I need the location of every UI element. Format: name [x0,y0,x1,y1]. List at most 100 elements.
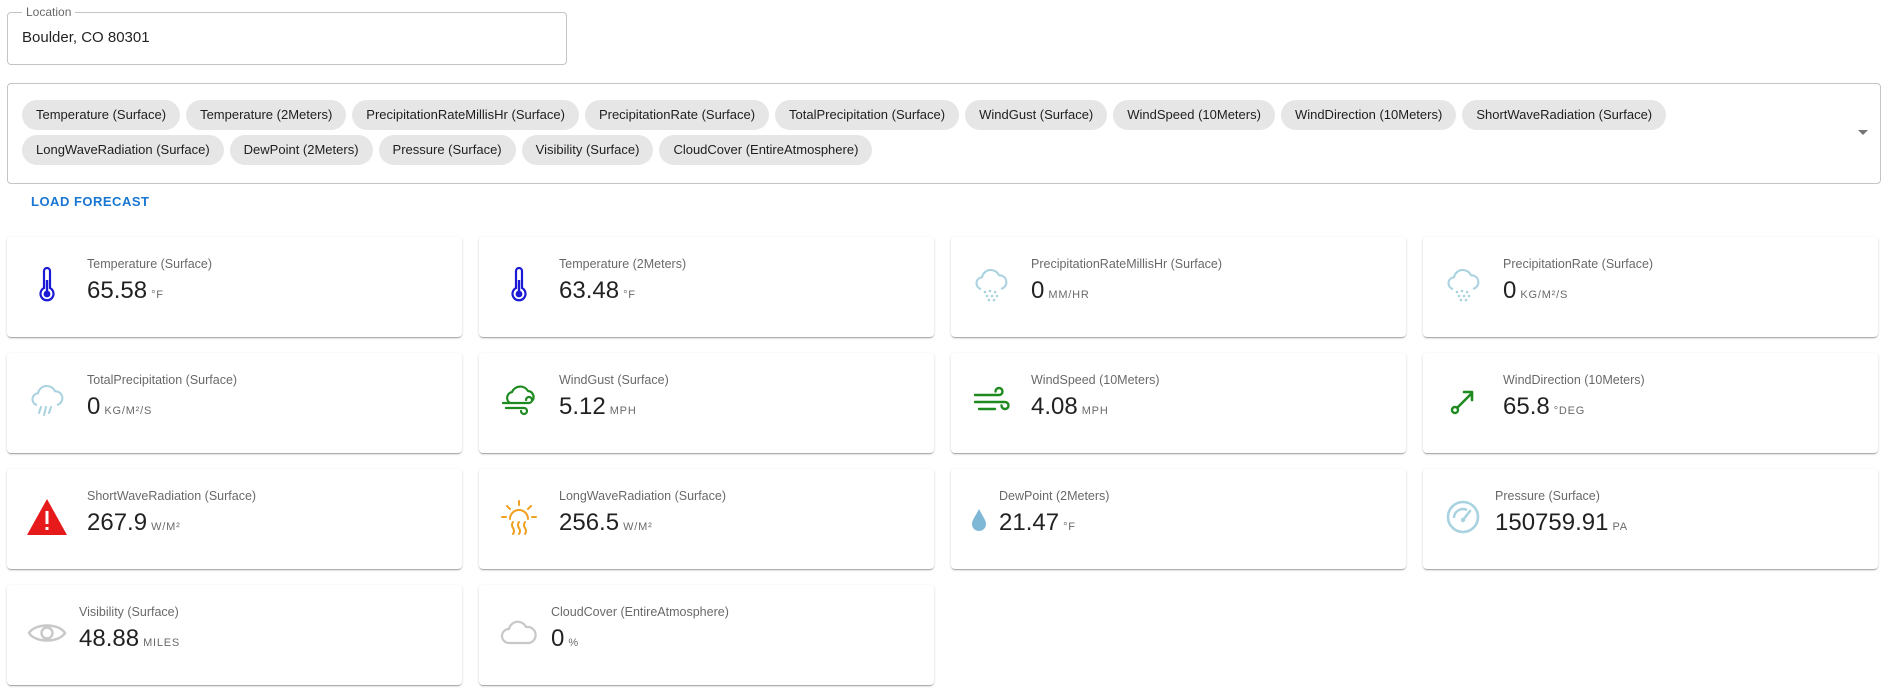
load-forecast-button[interactable]: LOAD FORECAST [19,188,161,216]
sun-heat-icon [497,495,541,539]
variable-chip[interactable]: ShortWaveRadiation (Surface) [1462,100,1667,130]
card-value-row: 5.12 MPH [559,392,669,426]
variable-chip[interactable]: PrecipitationRate (Surface) [584,100,770,130]
forecast-card: WindGust (Surface) 5.12 MPH [479,353,934,453]
card-unit: MPH [1081,405,1109,417]
water-drop-icon [957,495,1001,539]
card-value: 5.12 [559,393,606,420]
card-unit: PA [1612,521,1628,533]
snow-cloud-icon [969,263,1013,307]
card-unit: °F [1063,521,1076,533]
location-field[interactable]: Location [7,4,567,65]
card-value: 21.47 [999,509,1060,536]
dropdown-arrow-icon[interactable] [1858,130,1868,135]
card-value-row: 21.47 °F [999,508,1109,542]
card-label: Pressure (Surface) [1495,489,1600,503]
variable-chip[interactable]: Temperature (2Meters) [186,100,347,130]
forecast-card: LongWaveRadiation (Surface) 256.5 W/M² [479,469,934,569]
forecast-card: Pressure (Surface) 150759.91 PA [1423,469,1878,569]
card-text: WindDirection (10Meters) 65.8 °DEG [1503,372,1645,426]
card-label: WindDirection (10Meters) [1503,373,1645,387]
variable-chip[interactable]: Visibility (Surface) [521,135,654,165]
card-unit: % [568,637,579,649]
card-text: DewPoint (2Meters) 21.47 °F [999,488,1109,542]
variable-chips: Temperature (Surface) Temperature (2Meter… [22,100,1822,165]
card-label: PrecipitationRate (Surface) [1503,257,1654,271]
rain-cloud-icon [25,379,69,423]
direction-arrow-icon [1441,379,1485,423]
card-text: Visibility (Surface) 48.88 MILES [79,604,180,658]
warning-icon [25,495,69,539]
card-value-row: 48.88 MILES [79,624,180,658]
forecast-card: ShortWaveRadiation (Surface) 267.9 W/M² [7,469,462,569]
thermometer-icon [497,263,541,307]
card-label: LongWaveRadiation (Surface) [559,489,726,503]
variable-chip[interactable]: WindSpeed (10Meters) [1113,100,1275,130]
forecast-card: Temperature (2Meters) 63.48 °F [479,237,934,337]
card-text: PrecipitationRateMillisHr (Surface) 0 MM/H… [1031,256,1222,310]
card-text: ShortWaveRadiation (Surface) 267.9 W/M² [87,488,256,542]
card-value-row: 0 KG/M²/S [1503,276,1653,310]
card-unit: MILES [143,637,181,649]
variables-select[interactable]: Temperature (Surface) Temperature (2Meter… [7,83,1881,184]
forecast-card: Visibility (Surface) 48.88 MILES [7,585,462,685]
snow-cloud-icon [1441,263,1485,307]
card-unit: KG/M²/S [1520,289,1569,301]
card-label: WindSpeed (10Meters) [1031,373,1160,387]
card-value: 48.88 [79,625,140,652]
card-value-row: 0% [551,624,729,658]
card-text: WindGust (Surface) 5.12 MPH [559,372,669,426]
card-label: DewPoint (2Meters) [999,489,1110,503]
card-value: 0 [551,625,565,652]
card-label: Temperature (2Meters) [559,257,687,271]
card-unit: °DEG [1553,405,1586,417]
variable-chip[interactable]: WindDirection (10Meters) [1280,100,1457,130]
location-label: Location [22,4,76,20]
variable-chip[interactable]: LongWaveRadiation (Surface) [22,135,224,165]
card-unit: W/M² [623,521,653,533]
card-text: Temperature (Surface) 65.58 °F [87,256,212,310]
forecast-card: TotalPrecipitation (Surface) 0 KG/M²/S [7,353,462,453]
card-value: 0 [87,393,101,420]
forecast-card: Temperature (Surface) 65.58 °F [7,237,462,337]
card-label: PrecipitationRateMillisHr (Surface) [1031,257,1223,271]
card-text: TotalPrecipitation (Surface) 0 KG/M²/S [87,372,237,426]
card-value: 267.9 [87,509,148,536]
wind-icon [969,379,1013,423]
card-value-row: 4.08 MPH [1031,392,1160,426]
cloud-icon [497,611,541,655]
card-text: CloudCover (EntireAtmosphere) 0% [551,604,729,658]
card-value-row: 65.8 °DEG [1503,392,1645,426]
variable-chip[interactable]: PrecipitationRateMillisHr (Surface) [352,100,579,130]
card-text: Temperature (2Meters) 63.48 °F [559,256,686,310]
forecast-card: PrecipitationRate (Surface) 0 KG/M²/S [1423,237,1878,337]
card-value-row: 150759.91 PA [1495,508,1628,542]
card-label: TotalPrecipitation (Surface) [87,373,238,387]
variable-chip[interactable]: TotalPrecipitation (Surface) [775,100,960,130]
card-value: 65.8 [1503,393,1550,420]
card-text: WindSpeed (10Meters) 4.08 MPH [1031,372,1160,426]
card-value-row: 256.5 W/M² [559,508,726,542]
card-label: Temperature (Surface) [87,257,213,271]
card-value-row: 65.58 °F [87,276,212,310]
forecast-card: WindSpeed (10Meters) 4.08 MPH [951,353,1406,453]
thermometer-icon [25,263,69,307]
card-value: 0 [1031,277,1045,304]
variable-chip[interactable]: Pressure (Surface) [378,135,516,165]
variable-chip[interactable]: DewPoint (2Meters) [229,135,373,165]
card-label: CloudCover (EntireAtmosphere) [551,605,729,619]
location-input[interactable] [22,29,542,46]
card-unit: MPH [609,405,637,417]
forecast-card: CloudCover (EntireAtmosphere) 0% [479,585,934,685]
card-label: ShortWaveRadiation (Surface) [87,489,257,503]
card-text: PrecipitationRate (Surface) 0 KG/M²/S [1503,256,1653,310]
variable-chip[interactable]: Temperature (Surface) [22,100,181,130]
variable-chip[interactable]: CloudCover (EntireAtmosphere) [659,135,873,165]
card-unit: °F [623,289,636,301]
variable-chip[interactable]: WindGust (Surface) [965,100,1108,130]
forecast-card: PrecipitationRateMillisHr (Surface) 0 MM/H… [951,237,1406,337]
card-unit: KG/M²/S [104,405,153,417]
card-value-row: 0 MM/HR [1031,276,1222,310]
eye-icon [25,611,69,655]
gauge-icon [1441,495,1485,539]
